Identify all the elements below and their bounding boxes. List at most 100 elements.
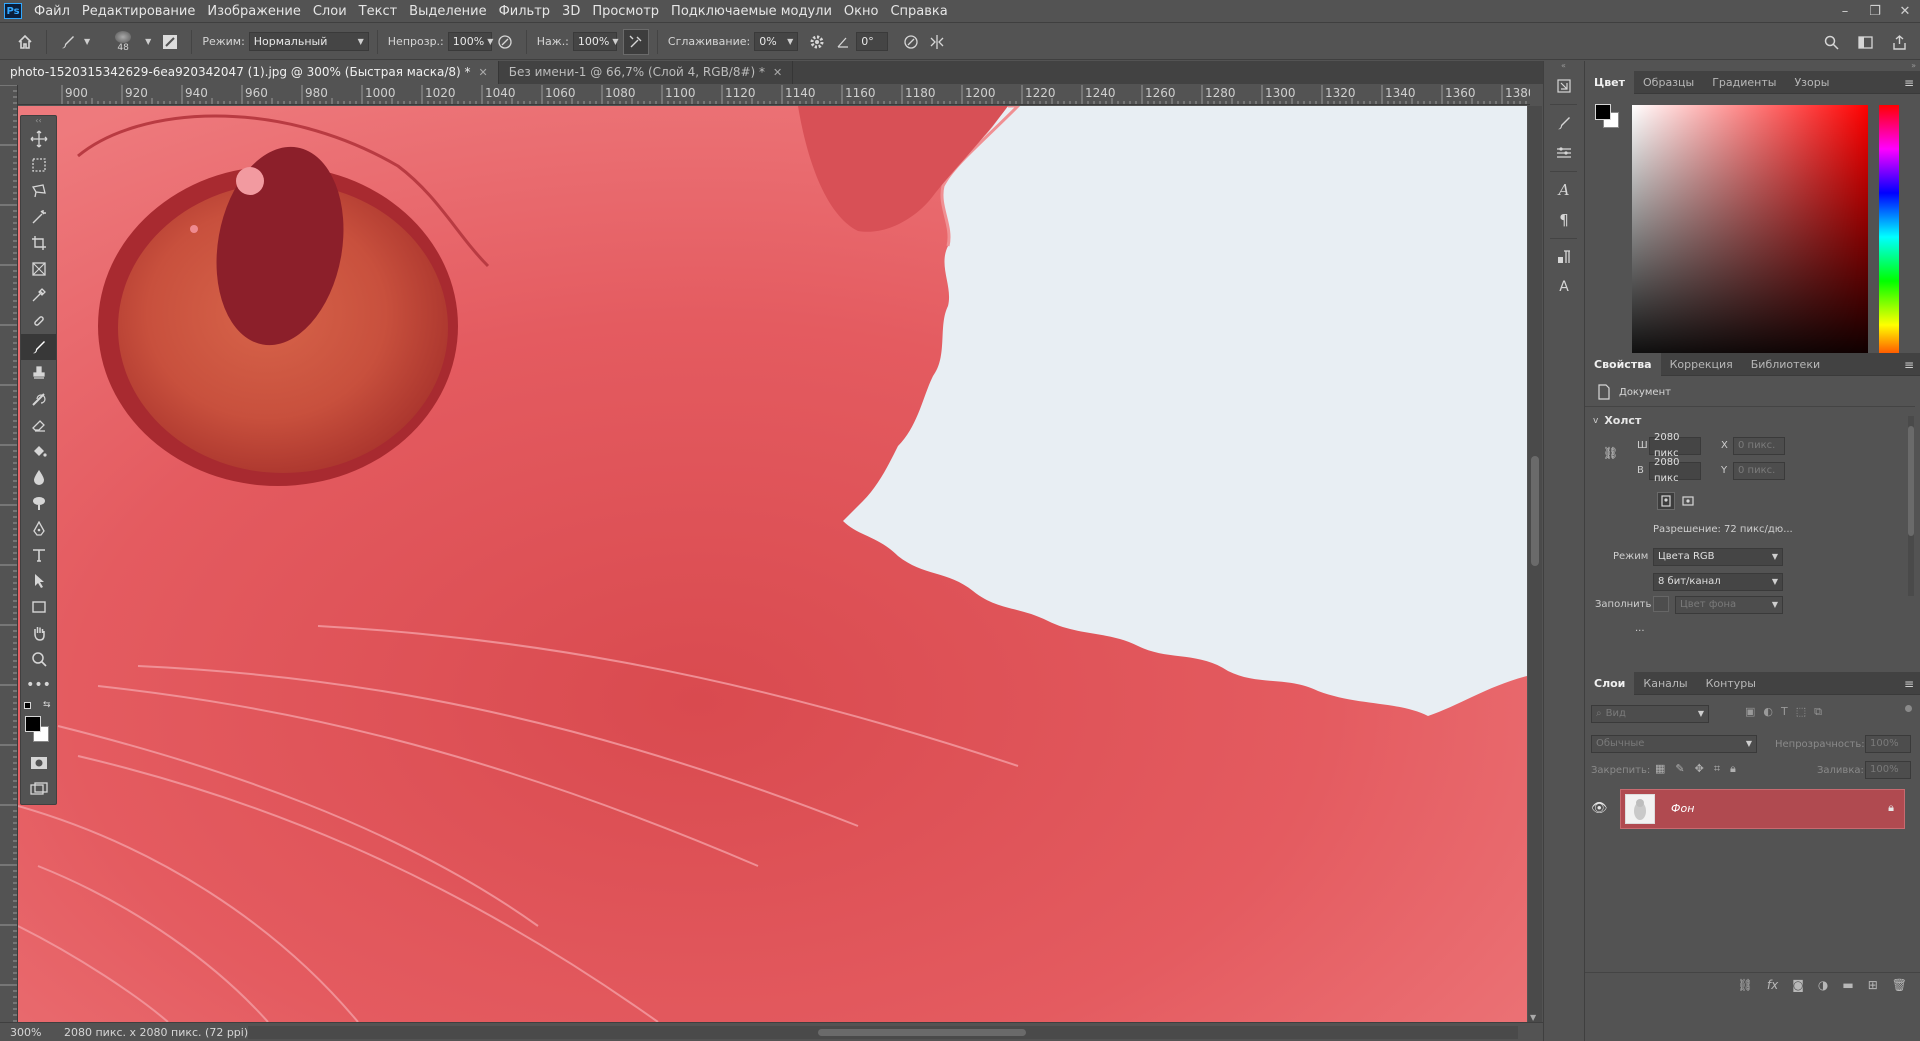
tab-color[interactable]: Цвет [1585, 70, 1635, 94]
airbrush-icon[interactable] [622, 28, 649, 55]
tab-patterns[interactable]: Узоры [1785, 71, 1838, 94]
gear-icon[interactable] [804, 29, 830, 55]
layer-fill-input[interactable]: 100% [1865, 761, 1911, 779]
angle-input[interactable]: 0° [856, 32, 889, 51]
quick-mask-icon[interactable] [21, 750, 56, 776]
tab-libraries[interactable]: Библиотеки [1742, 353, 1829, 376]
pressure-size-icon[interactable] [898, 29, 924, 55]
collapse-icon[interactable]: « [1544, 61, 1583, 71]
symmetry-icon[interactable] [924, 29, 950, 55]
swap-colors-icon[interactable]: ⇆ [43, 700, 51, 710]
collapse-icon[interactable]: » [1585, 61, 1920, 71]
mask-icon[interactable]: ◙ [1792, 978, 1804, 992]
foreground-color-swatch[interactable] [1595, 104, 1611, 120]
close-icon[interactable]: ✕ [479, 61, 488, 84]
link-icon[interactable]: ⛓ [1603, 446, 1618, 460]
filter-pixel-icon[interactable]: ▣ [1745, 705, 1755, 719]
chevron-down-icon[interactable]: ▼ [145, 37, 151, 46]
vertical-ruler[interactable] [0, 85, 18, 1029]
menu-3d[interactable]: 3D [556, 0, 586, 23]
chevron-down-icon[interactable]: ▼ [84, 37, 90, 46]
lock-position-icon[interactable]: ✥ [1695, 762, 1704, 776]
folder-icon[interactable]: ▬ [1842, 978, 1853, 992]
clone-stamp-tool-icon[interactable] [21, 360, 56, 386]
panel-menu-icon[interactable]: ≡ [1904, 76, 1914, 90]
menu-edit[interactable]: Редактирование [76, 0, 201, 23]
tab-channels[interactable]: Каналы [1634, 672, 1696, 695]
menu-type[interactable]: Текст [353, 0, 404, 23]
new-layer-icon[interactable]: ⊞ [1868, 978, 1878, 992]
scrollbar-thumb[interactable] [1908, 426, 1914, 536]
menu-help[interactable]: Справка [884, 0, 953, 23]
rectangle-tool-icon[interactable] [21, 594, 56, 620]
close-button[interactable]: ✕ [1890, 0, 1920, 23]
hand-tool-icon[interactable] [21, 620, 56, 646]
color-field[interactable] [1632, 105, 1868, 369]
paragraph-panel-icon[interactable]: ¶ [1544, 205, 1584, 235]
brush-preset-icon[interactable] [55, 29, 81, 55]
type-tool-icon[interactable] [21, 542, 56, 568]
filter-type-icon[interactable]: T [1781, 705, 1788, 719]
healing-brush-tool-icon[interactable] [21, 308, 56, 334]
crop-tool-icon[interactable] [21, 230, 56, 256]
character-styles-icon[interactable]: A [1544, 272, 1584, 302]
menu-window[interactable]: Окно [838, 0, 885, 23]
link-icon[interactable]: ⛓ [1738, 978, 1753, 992]
canvas[interactable] [18, 106, 1527, 1022]
tab-paths[interactable]: Контуры [1697, 672, 1765, 695]
tab-properties[interactable]: Свойства [1585, 352, 1661, 376]
brush-size-picker[interactable]: 48 [104, 27, 142, 57]
menu-view[interactable]: Просмотр [586, 0, 665, 23]
menu-filter[interactable]: Фильтр [493, 0, 556, 23]
width-input[interactable]: 2080 пикс [1649, 432, 1701, 459]
search-icon[interactable] [1818, 29, 1844, 55]
paragraph-styles-icon[interactable] [1544, 242, 1584, 272]
screen-mode-icon[interactable] [21, 776, 56, 802]
dodge-tool-icon[interactable] [21, 490, 56, 516]
eyedropper-tool-icon[interactable] [21, 282, 56, 308]
filter-smart-object-icon[interactable]: ⧉ [1814, 705, 1822, 719]
lock-pixels-icon[interactable]: ✎ [1675, 762, 1684, 776]
bit-depth-select[interactable]: 8 бит/канал ▼ [1653, 573, 1783, 591]
menu-image[interactable]: Изображение [201, 0, 306, 23]
panel-menu-icon[interactable]: ≡ [1904, 358, 1914, 372]
minimize-button[interactable]: – [1830, 0, 1860, 23]
history-brush-tool-icon[interactable] [21, 386, 56, 412]
properties-scrollbar[interactable] [1908, 416, 1914, 596]
lock-transparent-icon[interactable]: ▦ [1655, 762, 1665, 776]
adjustment-icon[interactable]: ◑ [1818, 978, 1828, 992]
smoothing-input[interactable]: 0% ▼ [754, 32, 799, 51]
filter-shape-icon[interactable]: ⬚ [1796, 705, 1806, 719]
workspace-icon[interactable] [1852, 29, 1878, 55]
brush-settings-panel-icon[interactable] [1544, 138, 1584, 168]
close-icon[interactable]: ✕ [773, 61, 782, 84]
y-input[interactable]: 0 пикс. [1733, 462, 1785, 480]
scrollbar-thumb[interactable] [1531, 456, 1539, 566]
chevron-down-icon[interactable]: ▼ [1530, 1013, 1536, 1022]
character-panel-icon[interactable]: A [1544, 175, 1584, 205]
layer-opacity-input[interactable]: 100% [1865, 735, 1911, 753]
fill-select[interactable]: Цвет фона ▼ [1675, 596, 1783, 614]
blend-mode-select[interactable]: Обычные ▼ [1591, 735, 1757, 753]
color-mode-select[interactable]: Цвета RGB ▼ [1653, 548, 1783, 566]
scrollbar-thumb[interactable] [818, 1029, 1026, 1036]
filter-toggle[interactable] [1905, 705, 1912, 712]
eye-icon[interactable]: 👁︎ [1591, 801, 1608, 816]
layer-name[interactable]: Фон [1671, 802, 1694, 815]
pressure-opacity-icon[interactable] [492, 29, 518, 55]
pressure-input[interactable]: 100% ▼ [572, 32, 619, 51]
brush-settings-icon[interactable] [157, 29, 183, 55]
tab-gradients[interactable]: Градиенты [1703, 71, 1785, 94]
blur-tool-icon[interactable] [21, 464, 56, 490]
marquee-tool-icon[interactable] [21, 152, 56, 178]
brush-panel-icon[interactable] [1544, 108, 1584, 138]
opacity-input[interactable]: 100% ▼ [447, 32, 493, 51]
foreground-color-swatch[interactable] [25, 716, 41, 732]
layer-row-background[interactable]: 👁︎ Фон 🔒︎ [1585, 789, 1920, 829]
home-icon[interactable] [12, 29, 38, 55]
lasso-tool-icon[interactable] [21, 178, 56, 204]
eraser-tool-icon[interactable] [21, 412, 56, 438]
portrait-orientation-icon[interactable] [1657, 492, 1675, 510]
hue-slider[interactable] [1879, 105, 1899, 369]
pen-tool-icon[interactable] [21, 516, 56, 542]
